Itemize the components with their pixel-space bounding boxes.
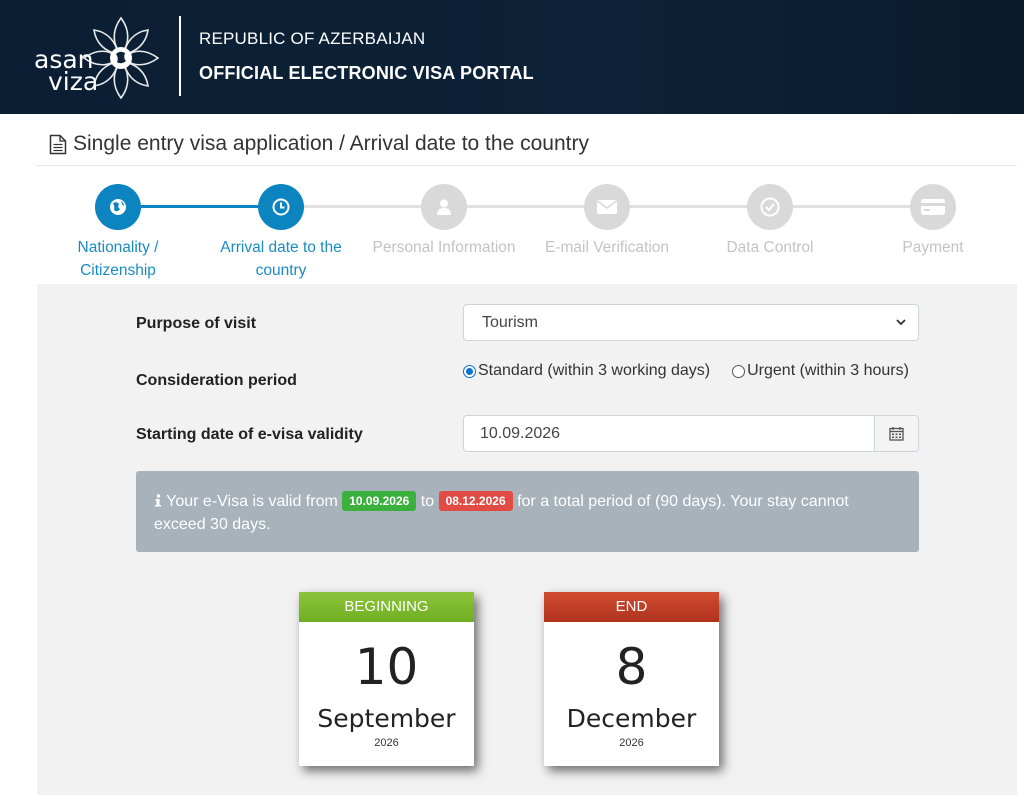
valid-from-badge: 10.09.2026: [342, 491, 417, 511]
step-label-line: Data Control: [726, 239, 814, 256]
consideration-period-label: Consideration period: [136, 372, 297, 389]
step-label-nationality[interactable]: Nationality / Citizenship: [38, 236, 198, 282]
step-label-line: Citizenship: [80, 262, 156, 279]
start-date-label: Starting date of e-visa validity: [136, 426, 363, 443]
step-label-line: Payment: [902, 239, 964, 256]
clock-icon: [272, 198, 290, 216]
info-text-part2: to: [420, 493, 435, 510]
step-label-line: Personal Information: [372, 239, 516, 256]
end-card-year: 2026: [619, 737, 644, 749]
step-connector-3: [467, 205, 585, 208]
user-icon: [437, 199, 451, 215]
header-divider: [179, 16, 181, 96]
step-label-line: E-mail Verification: [544, 239, 670, 256]
step-connector-1: [141, 205, 259, 208]
end-card-month: December: [566, 704, 697, 733]
check-circle-icon: [760, 197, 780, 217]
step-label-line: Arrival date to the: [220, 239, 342, 256]
beginning-card-day: 10: [354, 638, 419, 696]
document-icon: [49, 134, 67, 154]
step-nationality[interactable]: [95, 184, 141, 230]
site-header: asan viza REPUBLIC OF AZERBAIJAN OFFICIA…: [0, 0, 1024, 114]
page-title: Single entry visa application / Arrival …: [49, 132, 589, 156]
chevron-down-icon: [896, 319, 906, 326]
purpose-select[interactable]: Tourism: [463, 304, 919, 341]
start-date-value: 10.09.2026: [480, 425, 561, 442]
header-country: REPUBLIC OF AZERBAIJAN: [199, 29, 426, 48]
step-connector-5: [793, 205, 911, 208]
radio-standard-control[interactable]: [463, 364, 476, 378]
beginning-date-card: BEGINNING 10 September 2026: [299, 592, 474, 766]
info-text-part1: Your e-Visa is valid from: [166, 493, 338, 510]
valid-to-badge: 08.12.2026: [438, 491, 513, 511]
radio-urgent-label: Urgent (within 3 hours): [747, 362, 909, 379]
end-date-card: END 8 December 2026: [544, 592, 719, 766]
step-data-control[interactable]: [747, 184, 793, 230]
consideration-period-radios: Standard (within 3 working days) Urgent …: [463, 362, 909, 380]
page-title-text: Single entry visa application / Arrival …: [73, 132, 589, 155]
radio-standard[interactable]: Standard (within 3 working days): [463, 362, 710, 380]
step-label-email-verification[interactable]: E-mail Verification: [527, 236, 687, 259]
step-label-payment[interactable]: Payment: [853, 236, 1013, 259]
calendar-button[interactable]: [874, 416, 918, 451]
title-divider: [37, 165, 1017, 166]
step-label-data-control[interactable]: Data Control: [690, 236, 850, 259]
beginning-card-month: September: [317, 704, 456, 733]
step-connector-4: [630, 205, 748, 208]
logo-text-viza: viza: [48, 67, 99, 96]
credit-card-icon: [921, 199, 945, 215]
purpose-label: Purpose of visit: [136, 315, 257, 332]
beginning-card-year: 2026: [374, 737, 399, 749]
radio-urgent-control[interactable]: [732, 364, 746, 378]
step-label-arrival-date[interactable]: Arrival date to the country: [201, 236, 361, 282]
step-label-line: country: [255, 262, 307, 279]
end-card-label: END: [544, 592, 719, 622]
start-date-input[interactable]: 10.09.2026: [463, 415, 919, 452]
step-personal-information[interactable]: [421, 184, 467, 230]
step-label-personal-information[interactable]: Personal Information: [364, 236, 524, 259]
step-payment[interactable]: [910, 184, 956, 230]
envelope-icon: [597, 200, 617, 214]
info-icon: [155, 494, 161, 507]
beginning-card-label: BEGINNING: [299, 592, 474, 622]
step-arrival-date[interactable]: [258, 184, 304, 230]
purpose-select-value: Tourism: [482, 314, 539, 331]
validity-info-box: Your e-Visa is valid from 10.09.2026 to …: [136, 471, 919, 552]
calendar-icon: [889, 427, 904, 441]
step-email-verification[interactable]: [584, 184, 630, 230]
asan-viza-logo[interactable]: asan viza: [30, 12, 170, 102]
end-card-day: 8: [615, 638, 648, 696]
step-connector-2: [304, 205, 422, 208]
header-portal-title: OFFICIAL ELECTRONIC VISA PORTAL: [199, 63, 534, 83]
globe-icon: [110, 199, 126, 215]
radio-standard-label: Standard (within 3 working days): [478, 362, 711, 379]
radio-urgent[interactable]: Urgent (within 3 hours): [732, 362, 909, 380]
step-label-line: Nationality /: [77, 239, 159, 256]
